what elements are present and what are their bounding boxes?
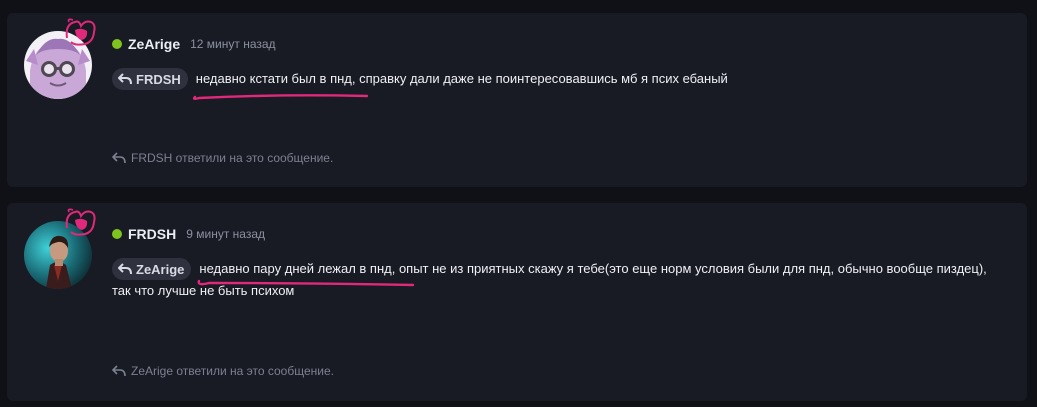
reply-to-chip[interactable]: FRDSH xyxy=(112,68,188,90)
comment-header: FRDSH 9 минут назад xyxy=(112,226,265,242)
annotation-scribble-icon xyxy=(65,18,96,46)
timestamp[interactable]: 9 минут назад xyxy=(186,227,265,241)
annotation-underline xyxy=(192,94,369,100)
online-status-dot xyxy=(112,39,122,49)
timestamp[interactable]: 12 минут назад xyxy=(190,37,275,51)
annotation-scribble-icon xyxy=(65,208,96,236)
username[interactable]: FRDSH xyxy=(128,226,176,242)
replies-footer-text: ZeArige ответили на это сообщение. xyxy=(131,364,334,378)
reply-arrow-icon xyxy=(112,365,126,377)
replies-footer[interactable]: FRDSH ответили на это сообщение. xyxy=(112,151,333,165)
replies-footer-text: FRDSH ответили на это сообщение. xyxy=(131,151,334,165)
message-text: недавно кстати был в пнд, справку дали д… xyxy=(195,71,728,86)
comment-body: ZeArige недавно пару дней лежал в пнд, о… xyxy=(112,258,1002,302)
replies-footer[interactable]: ZeArige ответили на это сообщение. xyxy=(112,364,334,378)
reply-to-username: FRDSH xyxy=(136,71,181,87)
reply-arrow-icon xyxy=(118,263,132,275)
username[interactable]: ZeArige xyxy=(128,36,180,52)
message-text: недавно пару дней лежал в пнд, опыт не и… xyxy=(112,261,987,298)
comment-card: FRDSH 9 минут назад ZeArige недавно пару… xyxy=(7,203,1027,401)
comment-header: ZeArige 12 минут назад xyxy=(112,36,276,52)
reply-to-chip[interactable]: ZeArige xyxy=(112,258,192,280)
comment-card: ZeArige 12 минут назад FRDSH недавно кст… xyxy=(7,13,1027,187)
reply-to-username: ZeArige xyxy=(136,261,185,277)
comments-page: ZeArige 12 минут назад FRDSH недавно кст… xyxy=(0,0,1037,407)
reply-arrow-icon xyxy=(112,152,126,164)
comment-body: FRDSH недавно кстати был в пнд, справку … xyxy=(112,68,1002,90)
online-status-dot xyxy=(112,229,122,239)
reply-arrow-icon xyxy=(118,73,132,85)
